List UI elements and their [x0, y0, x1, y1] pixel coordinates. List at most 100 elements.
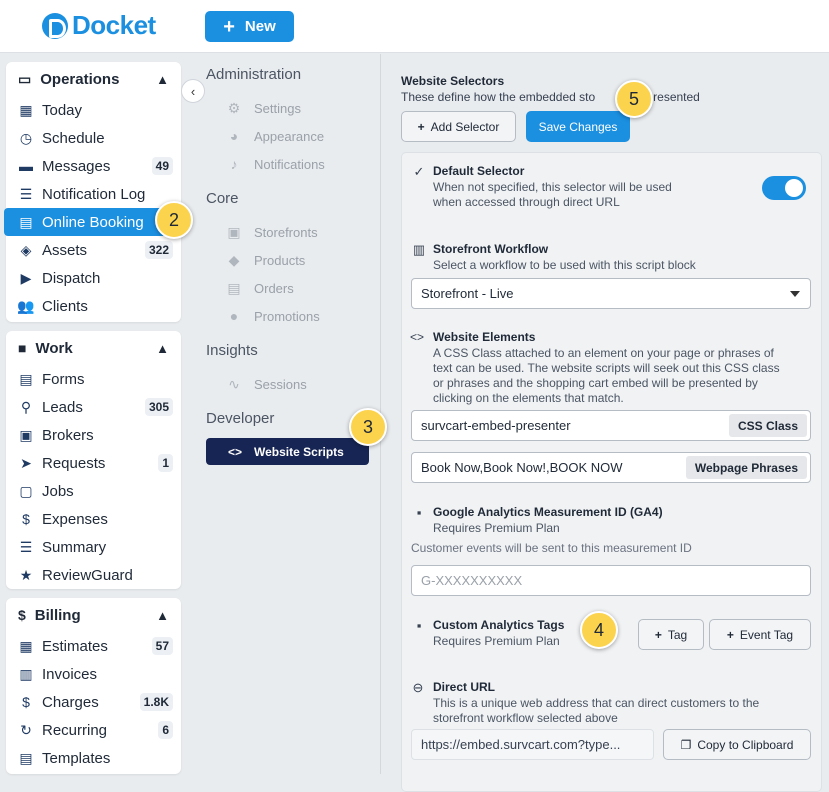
add-tag-label: Tag [667, 627, 688, 642]
sidebar-item-reviewguard[interactable]: ★ ReviewGuard [6, 561, 181, 589]
add-event-tag-button[interactable]: + Event Tag [709, 619, 811, 650]
sidebar-item-label: Templates [42, 749, 111, 767]
step-badge: 5 [615, 80, 653, 118]
sidebar-item-charges[interactable]: $ Charges 1.8K [6, 688, 181, 716]
sidebar-item-invoices[interactable]: ▥ Invoices [6, 660, 181, 688]
subnav-item-appearance[interactable]: ◕ Appearance [226, 128, 324, 144]
sidebar-item-brokers[interactable]: ▣ Brokers [6, 421, 181, 449]
count-badge: 1 [158, 454, 173, 472]
dollar-icon: $ [22, 694, 30, 710]
sidebar-item-label: Charges [42, 693, 99, 711]
calculator-icon: ▦ [19, 637, 33, 654]
sidebar-item-messages[interactable]: ▬ Messages 49 [6, 152, 181, 180]
work-title: Work [35, 339, 73, 357]
default-selector-desc-2: when accessed through direct URL [433, 195, 620, 209]
sidebar-item-summary[interactable]: ☰ Summary [6, 533, 181, 561]
sidebar-item-clients[interactable]: 👥 Clients [6, 292, 181, 320]
css-class-addon: CSS Class [728, 414, 807, 437]
ga-placeholder: G-XXXXXXXXXX [421, 573, 523, 588]
users-icon: 👥 [17, 297, 35, 314]
sidebar-item-label: Recurring [42, 721, 108, 739]
sidebar-item-forms[interactable]: ▤ Forms [6, 365, 181, 393]
section-core: Core [206, 190, 239, 207]
storefront-icon: ▥ [412, 242, 426, 257]
direct-url-value: https://embed.survcart.com?type... [421, 737, 621, 752]
work-card: ■ Work ▲ ▤ Forms ⚲ Leads 305 ▣ Brokers ➤ Request… [6, 331, 181, 589]
chevron-up-icon[interactable]: ▲ [156, 72, 169, 87]
subnav-label: Notifications [254, 156, 325, 172]
send-icon: ➤ [20, 454, 32, 471]
count-badge: 57 [151, 637, 173, 655]
subnav-label: Settings [254, 100, 301, 116]
collapse-sidebar-button[interactable]: ‹ [181, 79, 205, 103]
recurring-icon: ↻ [20, 721, 32, 738]
add-selector-button[interactable]: + Add Selector [401, 111, 516, 142]
elements-title: Website Elements [433, 330, 536, 344]
sidebar-item-label: Estimates [42, 637, 108, 655]
subnav-label: Website Scripts [254, 444, 344, 459]
logo-text: Docket [72, 10, 156, 40]
add-tag-button[interactable]: + Tag [638, 619, 704, 650]
chevron-left-icon: ‹ [190, 83, 196, 99]
sidebar-item-estimates[interactable]: ▦ Estimates 57 [6, 632, 181, 660]
subnav-item-sessions[interactable]: ∿ Sessions [226, 376, 307, 392]
phrases-addon: Webpage Phrases [685, 456, 807, 479]
work-header[interactable]: ■ Work ▲ [6, 331, 181, 365]
copy-to-clipboard-button[interactable]: ❐ Copy to Clipboard [663, 729, 811, 760]
subnav-item-products[interactable]: ◆ Products [226, 252, 306, 268]
section-insights: Insights [206, 342, 258, 359]
chevron-up-icon[interactable]: ▲ [156, 341, 169, 356]
sidebar-item-templates[interactable]: ▤ Templates [6, 744, 181, 772]
top-bar: Docket + New [0, 0, 829, 53]
subnav-item-notifications[interactable]: ♪ Notifications [226, 156, 325, 172]
sidebar-item-jobs[interactable]: ▢ Jobs [6, 477, 181, 505]
sidebar-item-assets[interactable]: ◈ Assets 322 [6, 236, 181, 264]
default-selector-desc-1: When not specified, this selector will b… [433, 180, 672, 194]
link-icon: ⊖ [412, 680, 424, 695]
operations-title: Operations [40, 70, 120, 88]
dollar-circle-icon: $ [22, 511, 30, 527]
sidebar-item-label: Brokers [42, 426, 94, 444]
subnav-label: Appearance [254, 128, 325, 144]
sidebar-item-notification-log[interactable]: ☰ Notification Log [6, 180, 181, 208]
subnav-item-settings[interactable]: ⚙ Settings [226, 100, 301, 116]
chevron-up-icon[interactable]: ▲ [156, 608, 169, 623]
ga-note: Customer events will be sent to this mea… [411, 541, 692, 555]
sidebar-item-schedule[interactable]: ◷ Schedule [6, 124, 181, 152]
checkmark-icon: ✓ [413, 164, 425, 179]
direct-url-field[interactable]: https://embed.survcart.com?type... [411, 729, 654, 760]
count-badge: 305 [144, 398, 173, 416]
save-changes-button[interactable]: Save Changes [526, 111, 630, 142]
subnav-item-promotions[interactable]: ● Promotions [226, 308, 320, 324]
default-selector-toggle[interactable] [762, 176, 806, 200]
sidebar-item-dispatch[interactable]: ▶ Dispatch [6, 264, 181, 292]
new-button[interactable]: + New [205, 11, 294, 42]
ga-measurement-input[interactable]: G-XXXXXXXXXX [411, 565, 811, 596]
sidebar-item-today[interactable]: ▦ Today [6, 96, 181, 124]
sidebar-item-requests[interactable]: ➤ Requests 1 [6, 449, 181, 477]
workflow-select[interactable]: Storefront - Live [411, 278, 811, 309]
subnav-item-storefronts[interactable]: ▣ Storefronts [226, 224, 318, 240]
sidebar-item-leads[interactable]: ⚲ Leads 305 [6, 393, 181, 421]
sidebar-item-label: Requests [42, 454, 106, 472]
store-icon: ▤ [19, 213, 33, 230]
operations-card: ▭ Operations ▲ ▦ Today ◷ Schedule ▬ Messages 4… [4, 62, 183, 322]
css-class-input[interactable]: survcart-embed-presenter CSS Class [411, 410, 811, 441]
sidebar-item-label: Online Booking [42, 213, 144, 231]
subnav-item-orders[interactable]: ▤ Orders [226, 280, 293, 296]
direct-url-desc-1: This is a unique web address that can di… [433, 696, 760, 710]
sidebar-item-expenses[interactable]: $ Expenses [6, 505, 181, 533]
sidebar: ▭ Operations ▲ ▦ Today ◷ Schedule ▬ Messages 4… [0, 54, 196, 774]
webpage-phrases-input[interactable]: Book Now,Book Now!,BOOK NOW Webpage Phra… [411, 452, 811, 483]
elements-desc-4: clicking on the elements that match. [433, 391, 624, 405]
billing-header[interactable]: $ Billing ▲ [6, 598, 181, 632]
subnav-label: Storefronts [254, 224, 318, 240]
invoice-icon: ▥ [19, 665, 33, 682]
custom-tags-title: Custom Analytics Tags [433, 618, 565, 632]
step-badge: 2 [155, 201, 193, 239]
sidebar-item-recurring[interactable]: ↻ Recurring 6 [6, 716, 181, 744]
operations-header[interactable]: ▭ Operations ▲ [6, 62, 181, 96]
docket-logo[interactable]: Docket [42, 10, 156, 41]
subnav-item-website-scripts[interactable]: <> Website Scripts [206, 438, 369, 465]
money-icon: $ [18, 607, 26, 623]
